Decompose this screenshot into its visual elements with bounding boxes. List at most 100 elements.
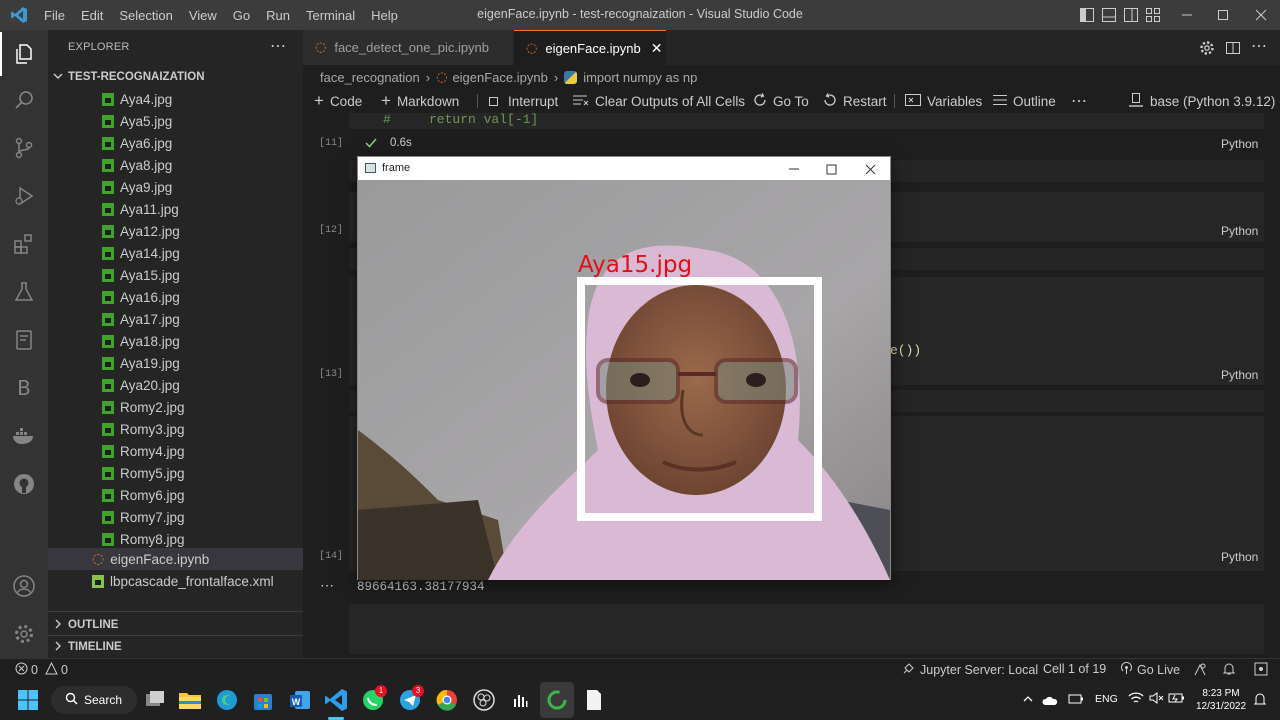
cell-language-11[interactable]: Python bbox=[1221, 137, 1258, 151]
python-spinner-app-icon[interactable] bbox=[543, 686, 571, 714]
clear-outputs-button[interactable]: Clear Outputs of All Cells bbox=[573, 89, 745, 113]
file-item[interactable]: Romy4.jpg bbox=[48, 440, 303, 462]
tab-close-icon[interactable]: ✕ bbox=[651, 40, 663, 57]
file-explorer-icon[interactable] bbox=[176, 686, 204, 714]
file-item[interactable]: Aya8.jpg bbox=[48, 154, 303, 176]
file-item[interactable]: Aya4.jpg bbox=[48, 88, 303, 110]
settings-gear-icon[interactable] bbox=[0, 612, 48, 656]
remote-explorer-icon[interactable] bbox=[0, 318, 48, 362]
chart-app-icon[interactable] bbox=[506, 686, 534, 714]
run-debug-icon[interactable] bbox=[0, 174, 48, 218]
go-live-button[interactable]: Go Live bbox=[1120, 662, 1180, 678]
close-icon[interactable] bbox=[1254, 8, 1268, 22]
outline-section[interactable]: OUTLINE bbox=[48, 614, 303, 636]
frame-minimize-icon[interactable] bbox=[788, 161, 800, 179]
menu-edit[interactable]: Edit bbox=[73, 8, 111, 23]
battery-icon[interactable] bbox=[1168, 691, 1186, 710]
notification-center-icon[interactable] bbox=[1253, 692, 1267, 713]
file-item[interactable]: Romy2.jpg bbox=[48, 396, 303, 418]
file-item-active[interactable]: ◌ eigenFace.ipynb bbox=[48, 548, 303, 570]
more-actions-icon[interactable]: ⋯ bbox=[1251, 36, 1267, 56]
task-view-icon[interactable] bbox=[141, 686, 169, 714]
docker-icon[interactable] bbox=[0, 414, 48, 458]
breadcrumb-file[interactable]: eigenFace.ipynb bbox=[452, 70, 547, 85]
word-icon[interactable]: W bbox=[286, 686, 314, 714]
language-indicator[interactable]: ENG bbox=[1095, 693, 1118, 705]
vscode-taskbar-icon[interactable] bbox=[322, 686, 350, 714]
frame-close-icon[interactable] bbox=[865, 162, 876, 180]
menu-help[interactable]: Help bbox=[363, 8, 406, 23]
windows-start-icon[interactable] bbox=[14, 686, 42, 714]
outline-button[interactable]: Outline bbox=[993, 89, 1056, 113]
search-icon[interactable] bbox=[0, 78, 48, 122]
testing-icon[interactable] bbox=[0, 270, 48, 314]
cell-position[interactable]: Cell 1 of 19 bbox=[1043, 662, 1106, 676]
account-sync-icon[interactable] bbox=[1193, 662, 1207, 679]
cell-language-12[interactable]: Python bbox=[1221, 224, 1258, 238]
cell-language-14[interactable]: Python bbox=[1221, 550, 1258, 564]
maximize-icon[interactable] bbox=[1216, 8, 1230, 22]
bell-icon[interactable] bbox=[1222, 662, 1236, 679]
goto-button[interactable]: Go To bbox=[753, 89, 809, 113]
document-app-icon[interactable] bbox=[580, 686, 608, 714]
menu-terminal[interactable]: Terminal bbox=[298, 8, 363, 23]
b-extension-icon[interactable]: B bbox=[0, 366, 48, 410]
file-item[interactable]: Aya19.jpg bbox=[48, 352, 303, 374]
file-item[interactable]: Aya5.jpg bbox=[48, 110, 303, 132]
problems-indicator[interactable]: 0 0 bbox=[15, 661, 68, 678]
variables-button[interactable]: Variables bbox=[905, 89, 982, 113]
file-item[interactable]: Aya17.jpg bbox=[48, 308, 303, 330]
file-item[interactable]: Aya11.jpg bbox=[48, 198, 303, 220]
microsoft-store-icon[interactable] bbox=[249, 686, 277, 714]
obs-icon[interactable] bbox=[470, 686, 498, 714]
add-markdown-button[interactable]: + Markdown bbox=[381, 89, 459, 113]
file-item[interactable]: Aya20.jpg bbox=[48, 374, 303, 396]
menu-run[interactable]: Run bbox=[258, 8, 298, 23]
battery-saver-icon[interactable] bbox=[1068, 692, 1084, 710]
cell-language-13[interactable]: Python bbox=[1221, 368, 1258, 382]
account-icon[interactable] bbox=[0, 564, 48, 608]
file-item[interactable]: Aya6.jpg bbox=[48, 132, 303, 154]
frame-maximize-icon[interactable] bbox=[826, 162, 837, 180]
file-item[interactable]: Romy3.jpg bbox=[48, 418, 303, 440]
file-item[interactable]: Aya15.jpg bbox=[48, 264, 303, 286]
file-item[interactable]: Romy6.jpg bbox=[48, 484, 303, 506]
explorer-icon[interactable] bbox=[0, 32, 48, 76]
code-cell-15[interactable] bbox=[349, 604, 1264, 654]
taskbar-search-button[interactable]: Search bbox=[51, 686, 137, 714]
tab-eigenface[interactable]: ◌ eigenFace.ipynb ✕ bbox=[514, 30, 666, 65]
extensions-icon[interactable] bbox=[0, 222, 48, 266]
jupyter-server-status[interactable]: Jupyter Server: Local bbox=[902, 662, 1038, 678]
menu-selection[interactable]: Selection bbox=[111, 8, 180, 23]
more-actions-icon[interactable]: ⋯ bbox=[270, 36, 286, 56]
menu-go[interactable]: Go bbox=[225, 8, 258, 23]
file-item[interactable]: Aya14.jpg bbox=[48, 242, 303, 264]
menu-file[interactable]: File bbox=[36, 8, 73, 23]
tab-face-detect[interactable]: ◌ face_detect_one_pic.ipynb bbox=[303, 30, 513, 65]
add-code-button[interactable]: + Code bbox=[314, 89, 362, 113]
file-item[interactable]: Romy5.jpg bbox=[48, 462, 303, 484]
folder-header[interactable]: TEST-RECOGNAIZATION bbox=[48, 66, 303, 88]
chrome-icon[interactable] bbox=[433, 686, 461, 714]
clock[interactable]: 8:23 PM 12/31/2022 bbox=[1196, 687, 1246, 713]
wifi-icon[interactable] bbox=[1128, 691, 1144, 710]
file-item-xml[interactable]: lbpcascade_frontalface.xml bbox=[48, 570, 303, 592]
file-item[interactable]: Aya12.jpg bbox=[48, 220, 303, 242]
status-extra-icon[interactable] bbox=[1254, 661, 1268, 680]
chevron-up-icon[interactable] bbox=[1022, 692, 1034, 710]
more-actions-icon[interactable]: ⋯ bbox=[1071, 89, 1087, 113]
menu-view[interactable]: View bbox=[181, 8, 225, 23]
gear-icon[interactable] bbox=[1199, 40, 1215, 61]
edge-browser-icon[interactable] bbox=[213, 686, 241, 714]
file-item[interactable]: Aya9.jpg bbox=[48, 176, 303, 198]
breadcrumb-folder[interactable]: face_recognation bbox=[320, 70, 420, 85]
file-item[interactable]: Romy7.jpg bbox=[48, 506, 303, 528]
kernel-picker[interactable]: base (Python 3.9.12) bbox=[1129, 89, 1275, 113]
source-control-icon[interactable] bbox=[0, 126, 48, 170]
minimize-icon[interactable] bbox=[1180, 8, 1194, 22]
code-cell-11[interactable]: # return val[-1] bbox=[349, 112, 1264, 129]
restart-button[interactable]: Restart bbox=[823, 89, 887, 113]
split-editor-icon[interactable] bbox=[1225, 40, 1241, 61]
volume-muted-icon[interactable] bbox=[1149, 691, 1165, 710]
file-item[interactable]: Romy8.jpg bbox=[48, 528, 303, 550]
